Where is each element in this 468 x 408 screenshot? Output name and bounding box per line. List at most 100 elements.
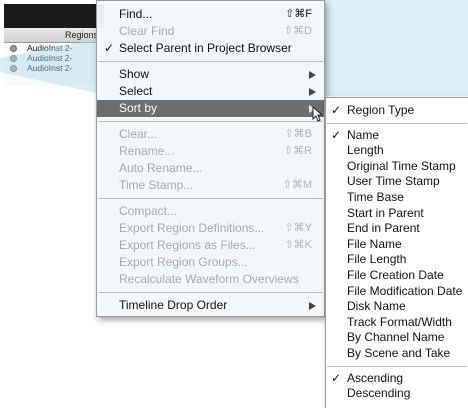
menu-item-auto-rename[interactable]: Auto Rename... (97, 160, 324, 177)
menu-item-label: Rename... (119, 144, 175, 158)
sort-item-time-base[interactable]: Time Base (326, 190, 468, 206)
menu-item-label: Clear Find (119, 24, 175, 38)
menu-item-label: Select (119, 84, 153, 98)
menu-item-label: Region Type (347, 103, 415, 117)
menu-item-timeline-drop-order[interactable]: Timeline Drop Order (97, 297, 324, 314)
shortcut-label: ⇧⌘M (282, 179, 312, 191)
sort-item-user-time-stamp[interactable]: User Time Stamp (326, 174, 468, 190)
checkmark-icon: ✓ (104, 41, 115, 55)
sort-item-disk-name[interactable]: Disk Name (326, 299, 468, 315)
menu-item-recalculate-waveform-overviews[interactable]: Recalculate Waveform Overviews (97, 271, 324, 288)
menu-separator (98, 61, 323, 62)
triangle-right-icon (309, 88, 316, 96)
menu-item-export-region-groups[interactable]: Export Region Groups... (97, 254, 324, 271)
region-row-label: AudioInst 2- (27, 43, 73, 53)
region-row-label: AudioInst 2- (27, 53, 73, 63)
menu-item-label: Auto Rename... (119, 161, 203, 175)
menu-item-label: Show (119, 67, 150, 81)
menu-separator (327, 365, 467, 367)
menu-item-clear[interactable]: Clear... ⇧⌘B (97, 126, 324, 143)
menu-item-label: Recalculate Waveform Overviews (119, 272, 299, 286)
menu-item-find[interactable]: Find... ⇧⌘F (97, 6, 324, 23)
sort-item-end-in-parent[interactable]: End in Parent (326, 221, 468, 237)
menu-item-label: Timeline Drop Order (119, 298, 228, 312)
menu-item-label: User Time Stamp (347, 174, 440, 189)
menu-item-label: Clear... (119, 127, 158, 141)
menu-item-label: Disk Name (347, 299, 406, 314)
region-dot-icon (10, 65, 17, 72)
region-row-label: AudioInst 2- (27, 63, 73, 73)
menu-item-label: By Scene and Take (347, 345, 451, 360)
menu-item-label: File Length (347, 252, 407, 267)
menu-item-label: Select Parent in Project Browser (119, 41, 292, 55)
region-dot-icon (10, 45, 17, 52)
menu-item-label: Find... (119, 7, 153, 21)
region-dot-icon (10, 55, 17, 62)
menu-item-label: File Creation Date (347, 267, 444, 282)
menu-item-clear-find[interactable]: Clear Find ⇧⌘D (97, 23, 324, 40)
menu-item-time-stamp[interactable]: Time Stamp... ⇧⌘M (97, 177, 324, 194)
region-row[interactable]: AudioInst 2- (4, 53, 104, 63)
sort-item-length[interactable]: Length (326, 143, 468, 159)
menu-separator (98, 121, 323, 122)
menu-item-label: Descending (347, 386, 411, 401)
sort-item-file-modification-date[interactable]: File Modification Date (326, 284, 468, 300)
menu-item-select-parent[interactable]: ✓ Select Parent in Project Browser (97, 40, 324, 57)
menu-item-select[interactable]: Select (97, 83, 324, 100)
sort-item-file-name[interactable]: File Name (326, 237, 468, 253)
sort-item-track-format-width[interactable]: Track Format/Width (326, 315, 468, 331)
menu-item-label: Export Region Groups... (119, 255, 248, 269)
sort-item-region-type[interactable]: ✓ Region Type (326, 103, 468, 119)
sort-item-by-scene-and-take[interactable]: By Scene and Take (326, 346, 468, 362)
sort-item-descending[interactable]: Descending (326, 386, 468, 402)
menu-item-label: Sort by (119, 101, 158, 115)
menu-item-label: File Modification Date (347, 283, 463, 298)
checkmark-icon: ✓ (331, 103, 342, 117)
menu-item-export-regions-as-files[interactable]: Export Regions as Files... ⇧⌘K (97, 237, 324, 254)
sort-item-start-in-parent[interactable]: Start in Parent (326, 206, 468, 222)
menu-item-label: Time Base (347, 189, 404, 204)
menu-item-label: Compact... (119, 204, 178, 218)
menu-item-label: Time Stamp... (119, 178, 194, 192)
menu-item-export-region-definitions[interactable]: Export Region Definitions... ⇧⌘Y (97, 220, 324, 237)
checkmark-icon: ✓ (331, 370, 342, 385)
region-row[interactable]: AudioInst 2- (4, 63, 104, 73)
menu-item-label: Length (347, 143, 384, 158)
regions-list-header[interactable]: Regions (4, 28, 104, 43)
menu-item-label: End in Parent (347, 221, 420, 236)
shortcut-label: ⇧⌘D (283, 25, 312, 37)
regions-window: Regions AudioInst 2- AudioInst 2- AudioI… (4, 4, 104, 86)
region-row[interactable]: AudioInst 2- (4, 43, 104, 53)
menu-separator (98, 198, 323, 199)
menu-item-label: Name (347, 127, 380, 142)
menu-item-label: Export Regions as Files... (119, 238, 256, 252)
menu-item-show[interactable]: Show (97, 66, 324, 83)
sort-item-ascending[interactable]: ✓ Ascending (326, 371, 468, 387)
triangle-right-icon (309, 302, 316, 310)
checkmark-icon: ✓ (331, 127, 342, 142)
window-titlebar (4, 4, 104, 28)
shortcut-label: ⇧⌘R (283, 145, 312, 157)
menu-item-label: Start in Parent (347, 205, 424, 220)
menu-item-compact[interactable]: Compact... (97, 203, 324, 220)
sort-item-name[interactable]: ✓ Name (326, 128, 468, 144)
pointer-cursor-icon (312, 106, 324, 122)
menu-item-label: Export Region Definitions... (119, 221, 265, 235)
triangle-right-icon (309, 71, 316, 79)
menu-item-sort-by[interactable]: Sort by (97, 100, 324, 117)
sort-item-file-creation-date[interactable]: File Creation Date (326, 268, 468, 284)
sort-item-original-time-stamp[interactable]: Original Time Stamp (326, 159, 468, 175)
sort-by-submenu: ✓ Region Type ✓ Name Length Original Tim… (325, 97, 468, 408)
sort-item-file-length[interactable]: File Length (326, 252, 468, 268)
shortcut-label: ⇧⌘B (284, 128, 312, 140)
menu-item-label: File Name (347, 236, 402, 251)
menu-separator (327, 122, 467, 124)
menu-item-label: Ascending (347, 370, 404, 385)
menu-item-label: Track Format/Width (347, 314, 452, 329)
menu-separator (98, 292, 323, 293)
regions-menu: Find... ⇧⌘F Clear Find ⇧⌘D ✓ Select Pare… (96, 0, 325, 317)
menu-item-rename[interactable]: Rename... ⇧⌘R (97, 143, 324, 160)
shortcut-label: ⇧⌘Y (284, 222, 312, 234)
sort-item-by-channel-name[interactable]: By Channel Name (326, 330, 468, 346)
menu-item-label: By Channel Name (347, 330, 445, 345)
